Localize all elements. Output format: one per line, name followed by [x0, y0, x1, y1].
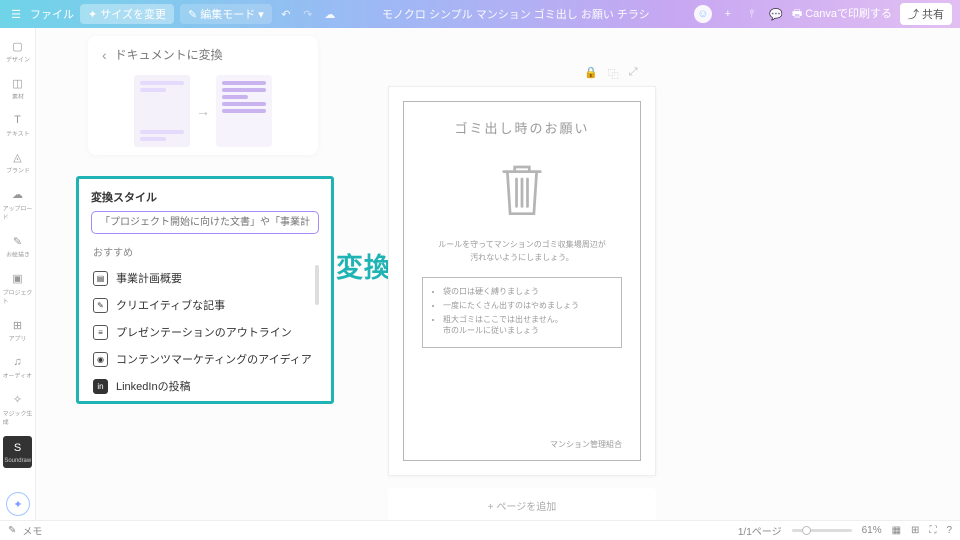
list-icon: ≡: [93, 325, 108, 340]
style-selector: 変換スタイル おすすめ ▤事業計画概要 ✎クリエイティブな記事 ≡プレゼンテーシ…: [76, 176, 334, 404]
doc-title: ゴミ出し時のお願い: [454, 118, 589, 137]
add-page-button[interactable]: + ページを追加: [388, 488, 656, 523]
back-icon[interactable]: ‹: [102, 47, 107, 63]
print-button[interactable]: 🖶 Canvaで印刷する: [792, 5, 892, 24]
magic-fab[interactable]: ✦: [6, 492, 30, 516]
expand-icon[interactable]: ⤢: [629, 66, 638, 82]
sidebar-brand[interactable]: ◬ブランド: [0, 145, 35, 180]
panel-title: ドキュメントに変換: [115, 46, 223, 63]
zoom-slider[interactable]: [792, 529, 852, 532]
sidebar-soundraw[interactable]: SSoundraw: [3, 436, 32, 468]
style-title: 変換スタイル: [91, 189, 319, 205]
help-icon[interactable]: ?: [946, 525, 952, 536]
doc-icon: ▤: [93, 271, 108, 286]
notes-icon[interactable]: ✎: [8, 525, 16, 536]
top-bar: ☰ ファイル ✦ サイズを変更 ✎ 編集モード ▾ ↶ ↷ ☁ モノクロ シンプ…: [0, 0, 960, 28]
doc-body: ルールを守ってマンションのゴミ収集場周辺が汚れないようにしましょう。: [438, 239, 606, 265]
scrollbar[interactable]: [315, 265, 319, 305]
undo-icon[interactable]: ↶: [278, 6, 294, 22]
page-indicator[interactable]: 1/1ページ: [738, 523, 782, 538]
cloud-sync-icon: ☁: [322, 6, 338, 22]
plus-icon[interactable]: +: [720, 6, 736, 22]
sidebar-magic[interactable]: ✧マジック生成: [0, 387, 35, 432]
file-menu[interactable]: ファイル: [30, 6, 74, 22]
user-avatar[interactable]: ☺: [694, 5, 712, 23]
bulb-icon: ◉: [93, 352, 108, 367]
pen-icon: ✎: [93, 298, 108, 313]
share-button[interactable]: ⤴ 共有: [900, 3, 952, 25]
trash-icon: [494, 157, 550, 221]
sidebar-projects[interactable]: ▣プロジェクト: [0, 266, 35, 311]
style-item-3[interactable]: ◉コンテンツマーケティングのアイディア: [91, 346, 319, 372]
canvas-area: ‹ ドキュメントに変換 → 変換スタイル おすすめ ▤事業計画概要 ✎クリエイテ…: [36, 28, 960, 520]
resize-button[interactable]: ✦ サイズを変更: [80, 4, 174, 24]
convert-preview: →: [102, 71, 304, 155]
linkedin-icon: in: [93, 379, 108, 394]
style-item-0[interactable]: ▤事業計画概要: [91, 265, 319, 291]
style-item-4[interactable]: inLinkedInの投稿: [91, 373, 319, 395]
redo-icon[interactable]: ↷: [300, 6, 316, 22]
grid-view-icon[interactable]: ▦: [892, 525, 901, 536]
lock-icon[interactable]: 🔒: [584, 66, 598, 82]
sidebar-apps[interactable]: ⊞アプリ: [0, 313, 35, 348]
document-page[interactable]: ゴミ出し時のお願い ルールを守ってマンションのゴミ収集場周辺が汚れないようにしま…: [388, 86, 656, 476]
doc-footer: マンション管理組合: [550, 439, 622, 450]
sidebar-audio[interactable]: ♫オーディオ: [0, 350, 35, 385]
left-sidebar: ▢デザイン ◫素材 Tテキスト ◬ブランド ☁アップロード ✎お絵描き ▣プロジ…: [0, 28, 36, 520]
sidebar-draw[interactable]: ✎お絵描き: [0, 229, 35, 264]
sidebar-design[interactable]: ▢デザイン: [0, 34, 35, 69]
thumbnail-view-icon[interactable]: ⊞: [911, 525, 919, 536]
notes-label[interactable]: メモ: [22, 523, 42, 538]
zoom-value[interactable]: 61%: [862, 525, 882, 536]
doc-rules: 袋の口は硬く縛りましょう 一度にたくさん出すのはやめましょう 粗大ゴミはここでは…: [422, 277, 622, 348]
fullscreen-icon[interactable]: ⛶: [929, 525, 936, 536]
duplicate-icon[interactable]: ⿻: [608, 66, 619, 82]
style-item-1[interactable]: ✎クリエイティブな記事: [91, 292, 319, 318]
recommend-label: おすすめ: [93, 244, 317, 259]
style-item-2[interactable]: ≡プレゼンテーションのアウトライン: [91, 319, 319, 345]
page-toolbar: 🔒 ⿻ ⤢: [584, 66, 638, 82]
document-title[interactable]: モノクロ シンプル マンション ゴミ出し お願い チラシ: [338, 6, 694, 22]
arrow-right-icon: →: [196, 103, 210, 119]
comment-icon[interactable]: 💬: [768, 6, 784, 22]
edit-mode-button[interactable]: ✎ 編集モード ▾: [180, 4, 272, 24]
analytics-icon[interactable]: ⫯: [744, 6, 760, 22]
menu-icon[interactable]: ☰: [8, 6, 24, 22]
sidebar-upload[interactable]: ☁アップロード: [0, 182, 35, 227]
sidebar-elements[interactable]: ◫素材: [0, 71, 35, 106]
bottom-bar: ✎ メモ 1/1ページ 61% ▦ ⊞ ⛶ ?: [0, 520, 960, 540]
sidebar-text[interactable]: Tテキスト: [0, 108, 35, 143]
convert-panel: ‹ ドキュメントに変換 →: [88, 36, 318, 155]
style-input[interactable]: [91, 211, 319, 234]
